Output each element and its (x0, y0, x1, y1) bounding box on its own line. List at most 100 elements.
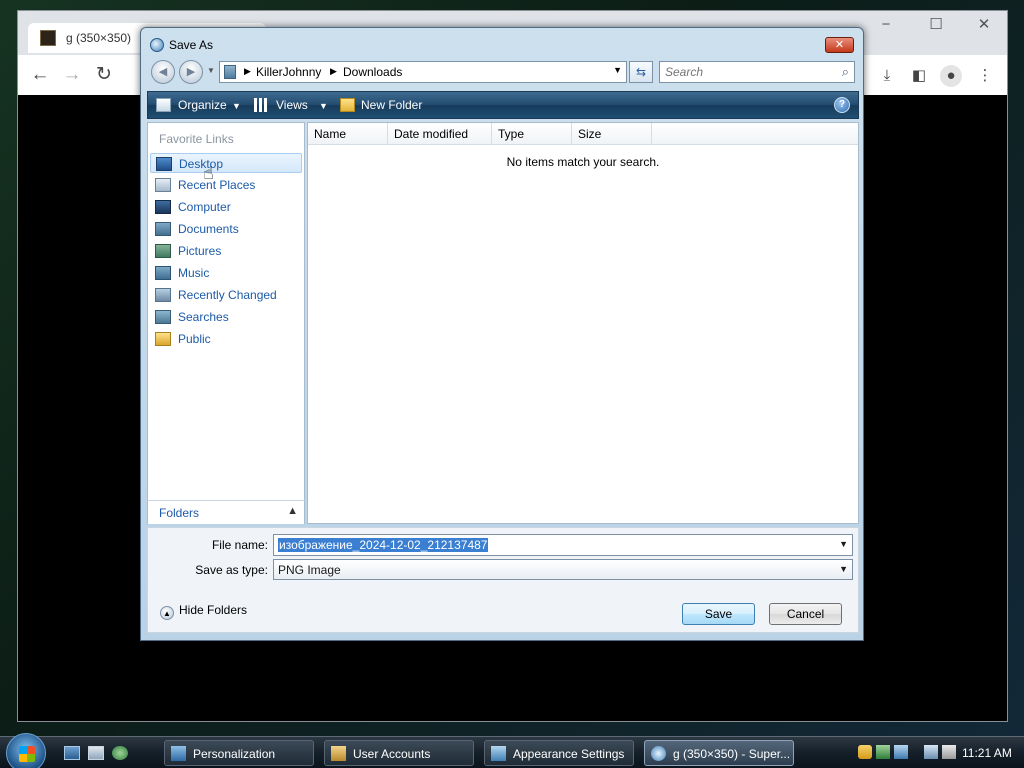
save-type-value: PNG Image (278, 563, 341, 577)
task-label: Personalization (193, 747, 276, 761)
task-user-accounts[interactable]: User Accounts (324, 740, 474, 766)
sidebar-item-computer[interactable]: Computer (150, 197, 302, 217)
breadcrumb-user[interactable]: KillerJohnny (256, 65, 321, 79)
save-type-select[interactable]: PNG Image ▼ (273, 559, 853, 580)
folder-location-icon (224, 65, 236, 79)
task-browser[interactable]: g (350×350) - Super... (644, 740, 794, 766)
switch-windows-icon[interactable] (88, 746, 104, 760)
column-header-size[interactable]: Size (572, 123, 652, 145)
column-header-filler (652, 123, 858, 145)
browser-launch-icon[interactable] (112, 746, 128, 760)
public-icon (155, 332, 171, 346)
security-icon[interactable] (876, 745, 890, 759)
volume-muted-icon[interactable] (942, 745, 956, 759)
system-tray: 11:21 AM (858, 740, 1024, 766)
back-icon[interactable]: ← (26, 61, 54, 89)
column-header-type[interactable]: Type (492, 123, 572, 145)
reload-icon[interactable]: ↻ (90, 61, 118, 89)
refresh-icon[interactable]: ⇆ (629, 61, 653, 83)
sidebar-item-pictures[interactable]: Pictures (150, 241, 302, 261)
hide-folders-button[interactable]: ▲ Hide Folders (160, 603, 247, 620)
menu-icon[interactable]: ⋮ (974, 65, 996, 87)
column-header-name[interactable]: Name (308, 123, 388, 145)
empty-message: No items match your search. (506, 155, 660, 169)
show-desktop-icon[interactable] (64, 746, 80, 760)
forward-arrow-icon[interactable]: ▶ (179, 60, 203, 84)
task-appearance-settings[interactable]: Appearance Settings (484, 740, 634, 766)
chevron-up-icon: ▲ (160, 606, 174, 620)
save-type-label: Save as type: (195, 563, 268, 577)
recently-changed-icon (155, 288, 171, 302)
sidebar-item-label: Music (178, 266, 210, 280)
favorite-links-heading: Favorite Links (159, 132, 234, 146)
search-input[interactable] (660, 62, 830, 82)
sidebar-item-music[interactable]: Music (150, 263, 302, 283)
sidebar-item-recent-places[interactable]: Recent Places (150, 175, 302, 195)
views-button[interactable]: Views (276, 98, 308, 112)
breadcrumb-arrow-icon[interactable]: ▶ (244, 66, 251, 77)
breadcrumb-downloads[interactable]: Downloads (343, 65, 402, 79)
file-name-dropdown-icon[interactable]: ▼ (839, 539, 848, 549)
file-name-value[interactable]: изображение_2024-12-02_212137487 (278, 538, 489, 552)
back-arrow-icon[interactable]: ◀ (151, 60, 175, 84)
breadcrumb-arrow-icon[interactable]: ▶ (330, 66, 337, 77)
search-box[interactable]: ⌕ (659, 61, 855, 83)
sidebar-item-documents[interactable]: Documents (150, 219, 302, 239)
help-icon[interactable]: ? (834, 97, 850, 113)
organize-dropdown-icon[interactable]: ▼ (232, 101, 241, 111)
pictures-icon (155, 244, 171, 258)
download-icon[interactable]: ⤓ (876, 65, 898, 87)
sidebar-item-recently-changed[interactable]: Recently Changed (150, 285, 302, 305)
task-personalization[interactable]: Personalization (164, 740, 314, 766)
file-name-field[interactable]: изображение_2024-12-02_212137487 ▼ (273, 534, 853, 556)
profile-icon[interactable]: ● (940, 65, 962, 87)
sidebar-icon[interactable]: ◧ (908, 65, 930, 87)
search-icon[interactable]: ⌕ (842, 64, 849, 80)
clock[interactable]: 11:21 AM (962, 746, 1012, 760)
recent-places-icon (155, 178, 171, 192)
task-label: User Accounts (353, 747, 431, 761)
sidebar-item-desktop[interactable]: Desktop (150, 153, 302, 173)
views-dropdown-icon[interactable]: ▼ (319, 101, 328, 111)
minimize-icon[interactable]: − (866, 13, 906, 37)
history-dropdown-icon[interactable]: ▼ (207, 66, 215, 75)
folders-label: Folders (159, 506, 200, 520)
folders-toggle[interactable]: Folders ▲ (147, 500, 305, 524)
save-button[interactable]: Save (682, 603, 755, 625)
close-window-icon[interactable]: ✕ (964, 13, 1004, 37)
organize-icon (156, 98, 171, 112)
column-header-date-modified[interactable]: Date modified (388, 123, 492, 145)
start-button[interactable] (6, 733, 46, 768)
sidebar-item-label: Public (178, 332, 211, 346)
cancel-button[interactable]: Cancel (769, 603, 842, 625)
sidebar-item-public[interactable]: Public (150, 329, 302, 349)
display-icon[interactable] (924, 745, 938, 759)
dialog-close-button[interactable]: ✕ (825, 37, 854, 53)
sidebar-item-searches[interactable]: Searches (150, 307, 302, 327)
taskbar: Personalization User Accounts Appearance… (0, 733, 1024, 768)
organize-button[interactable]: Organize (178, 98, 227, 112)
network-icon[interactable] (894, 745, 908, 759)
tab-title: g (350×350) (66, 31, 132, 45)
computer-icon (155, 200, 171, 214)
hand-cursor-icon: ☝ (203, 163, 214, 183)
tab-favicon-icon (40, 30, 56, 46)
sidebar-item-label: Documents (178, 222, 239, 236)
windows-logo-icon (19, 746, 35, 762)
chevron-up-icon[interactable]: ▲ (287, 505, 298, 517)
maximize-icon[interactable]: ☐ (916, 13, 956, 37)
sidebar-item-label: Pictures (178, 244, 222, 258)
shield-warning-icon[interactable] (858, 745, 872, 759)
save-type-dropdown-icon[interactable]: ▼ (839, 564, 848, 574)
file-name-label: File name: (211, 538, 268, 552)
address-dropdown-icon[interactable]: ▼ (613, 65, 622, 75)
new-folder-button[interactable]: New Folder (361, 98, 422, 112)
address-bar[interactable]: ▶ KillerJohnny ▶ Downloads ▼ (219, 61, 627, 83)
sidebar-item-label: Recently Changed (178, 288, 277, 302)
sidebar-item-label: Desktop (179, 157, 224, 171)
dialog-title: Save As (169, 38, 214, 52)
forward-icon[interactable]: → (58, 61, 86, 89)
sidebar-item-label: Recent Places (178, 178, 256, 192)
personalization-icon (171, 746, 186, 761)
task-label: g (350×350) - Super... (673, 747, 791, 761)
